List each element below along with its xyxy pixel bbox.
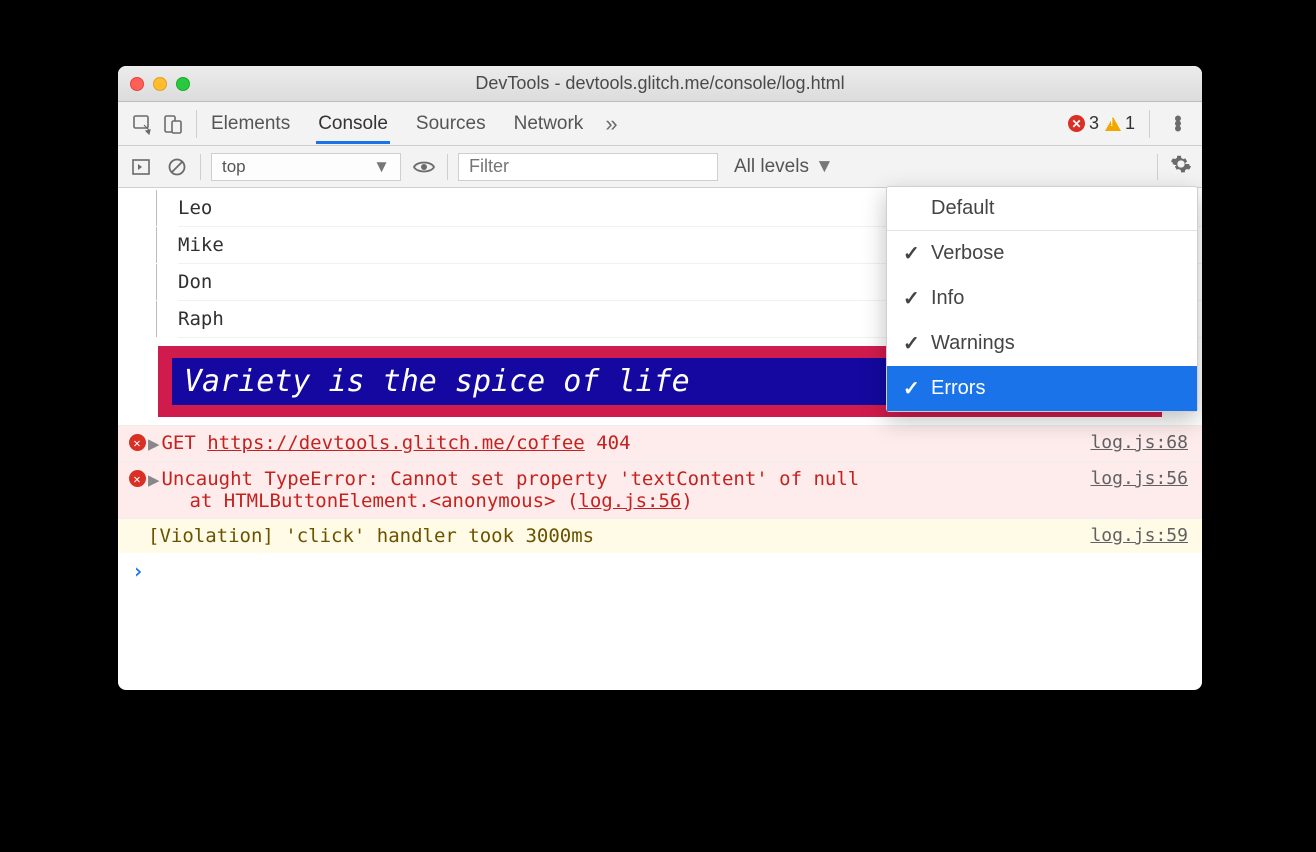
level-label: Warnings — [931, 332, 1015, 355]
log-levels-select[interactable]: All levels ▼ — [734, 156, 834, 178]
execution-context-select[interactable]: top ▼ — [211, 153, 401, 181]
tab-console[interactable]: Console — [316, 103, 390, 144]
live-expression-icon[interactable] — [411, 154, 437, 180]
prompt-caret-icon: › — [132, 559, 144, 583]
titlebar: DevTools - devtools.glitch.me/console/lo… — [118, 66, 1202, 102]
tab-network[interactable]: Network — [512, 103, 586, 144]
devtools-tabbar: Elements Console Sources Network » ✕ 3 1… — [118, 102, 1202, 146]
clear-console-icon[interactable] — [164, 154, 190, 180]
default-label: Default — [931, 197, 994, 220]
levels-item-verbose[interactable]: ✓ Verbose — [887, 231, 1197, 276]
tab-sources[interactable]: Sources — [414, 103, 488, 144]
console-error-row[interactable]: ✕ ▶ GET https://devtools.glitch.me/coffe… — [118, 425, 1202, 461]
error-message: GET https://devtools.glitch.me/coffee 40… — [161, 432, 1074, 454]
warning-count-badge[interactable]: 1 — [1105, 113, 1135, 134]
separator — [1149, 110, 1150, 138]
console-toolbar: top ▼ All levels ▼ — [118, 146, 1202, 188]
check-icon: ✓ — [903, 331, 921, 356]
separator — [200, 154, 201, 180]
warning-icon — [1105, 117, 1121, 131]
error-message: Uncaught TypeError: Cannot set property … — [161, 468, 1074, 512]
check-icon: ✓ — [903, 241, 921, 266]
error-count-badge[interactable]: ✕ 3 — [1068, 113, 1099, 134]
device-toolbar-icon[interactable] — [158, 109, 188, 139]
filter-input[interactable] — [458, 153, 718, 181]
source-link[interactable]: log.js:56 — [1074, 468, 1188, 489]
stack-prefix: at HTMLButtonElement.<anonymous> ( — [189, 490, 578, 512]
stack-suffix: ) — [681, 490, 692, 512]
toggle-console-sidebar-icon[interactable] — [128, 154, 154, 180]
warning-count: 1 — [1125, 113, 1135, 134]
error-text: Uncaught TypeError: Cannot set property … — [161, 468, 859, 490]
error-count: 3 — [1089, 113, 1099, 134]
warning-text: [Violation] 'click' handler took 3000ms — [148, 525, 1074, 547]
source-link[interactable]: log.js:59 — [1074, 525, 1188, 546]
level-label: Info — [931, 287, 964, 310]
console-error-row[interactable]: ✕ ▶ Uncaught TypeError: Cannot set prope… — [118, 461, 1202, 518]
console-warning-row[interactable]: [Violation] 'click' handler took 3000ms … — [118, 518, 1202, 553]
level-label: Errors — [931, 377, 985, 400]
separator — [1157, 154, 1158, 180]
check-icon: ✓ — [903, 376, 921, 401]
window-title: DevTools - devtools.glitch.me/console/lo… — [118, 73, 1202, 94]
expand-arrow-icon[interactable]: ▶ — [148, 432, 159, 455]
separator — [447, 154, 448, 180]
error-icon: ✕ — [126, 468, 148, 487]
tab-elements[interactable]: Elements — [209, 103, 292, 144]
chevron-down-icon: ▼ — [815, 156, 834, 178]
panel-tabs: Elements Console Sources Network — [209, 103, 585, 144]
settings-menu-button[interactable]: ••• — [1164, 116, 1192, 131]
minimize-window-button[interactable] — [153, 77, 167, 91]
devtools-window: DevTools - devtools.glitch.me/console/lo… — [118, 66, 1202, 690]
more-tabs-button[interactable]: » — [605, 111, 617, 137]
error-icon: ✕ — [1068, 115, 1085, 132]
source-link[interactable]: log.js:68 — [1074, 432, 1188, 453]
expand-arrow-icon[interactable]: ▶ — [148, 468, 159, 491]
levels-label: All levels — [734, 156, 809, 178]
level-label: Verbose — [931, 242, 1004, 265]
http-status: 404 — [596, 432, 630, 454]
context-value: top — [222, 157, 246, 177]
inspect-element-icon[interactable] — [128, 109, 158, 139]
blank-icon — [126, 525, 148, 527]
check-icon: ✓ — [903, 286, 921, 311]
console-prompt[interactable]: › — [118, 553, 1202, 589]
http-method: GET — [161, 432, 195, 454]
zoom-window-button[interactable] — [176, 77, 190, 91]
levels-default-item[interactable]: Default — [887, 187, 1197, 231]
stack-source-link[interactable]: log.js:56 — [578, 490, 681, 512]
separator — [196, 110, 197, 138]
levels-item-warnings[interactable]: ✓ Warnings — [887, 321, 1197, 366]
error-icon: ✕ — [126, 432, 148, 451]
traffic-lights — [130, 77, 190, 91]
chevron-down-icon: ▼ — [373, 157, 390, 177]
error-url[interactable]: https://devtools.glitch.me/coffee — [207, 432, 585, 454]
levels-item-info[interactable]: ✓ Info — [887, 276, 1197, 321]
close-window-button[interactable] — [130, 77, 144, 91]
log-levels-dropdown: Default ✓ Verbose ✓ Info ✓ Warnings ✓ Er… — [886, 186, 1198, 412]
levels-item-errors[interactable]: ✓ Errors — [887, 366, 1197, 411]
console-settings-icon[interactable] — [1170, 153, 1192, 181]
